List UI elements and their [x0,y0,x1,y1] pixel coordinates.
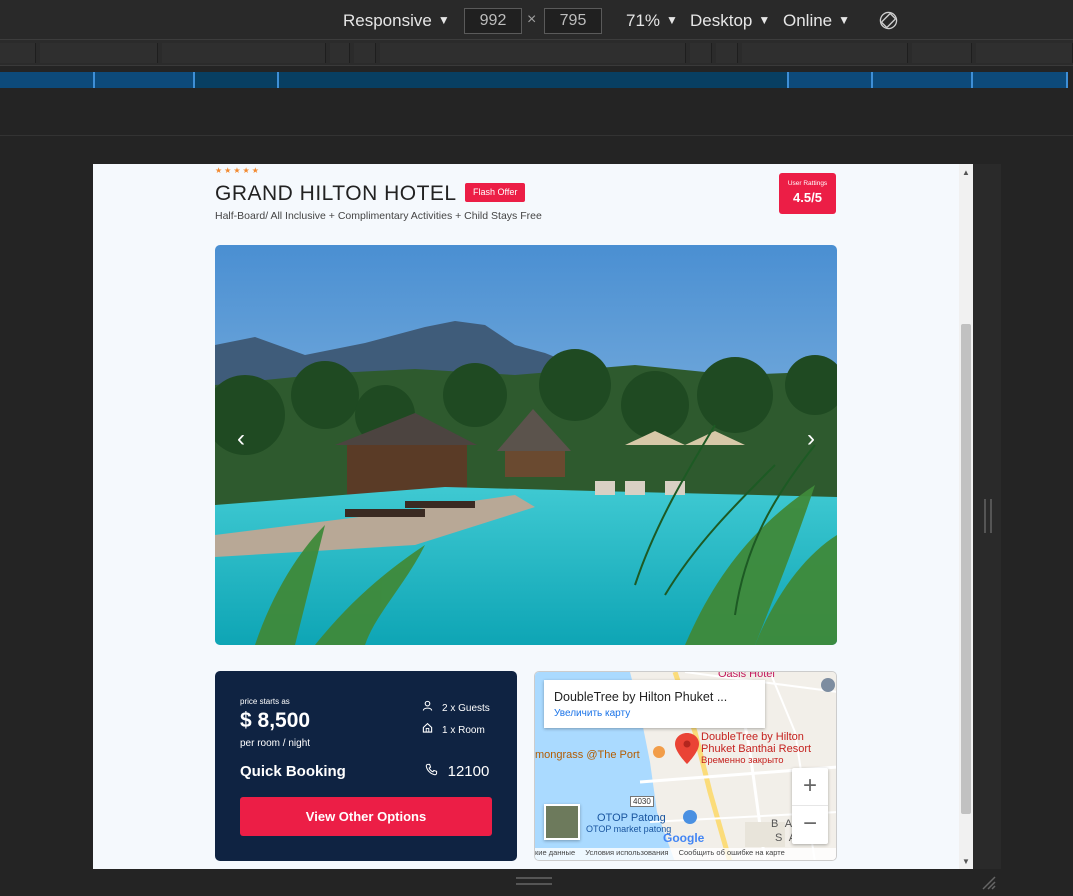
guests-info: 2 x Guests [422,700,490,714]
breakpoint-segment[interactable] [279,72,789,88]
resize-handle-bottom[interactable] [516,877,552,885]
map-place-otop: OTOP Patong [597,812,666,824]
media-query-segment[interactable] [330,43,350,63]
phone-number-label: 12100 [447,763,490,780]
width-input[interactable]: 992 [464,8,522,34]
resort-pool-photo [215,245,837,645]
hotel-stars: ★★★★★ [215,166,261,175]
page-scrollbar[interactable]: ▲ ▼ [959,164,973,869]
hotel-photo-carousel[interactable]: ‹ › [215,245,837,645]
caret-down-icon: ▼ [758,13,771,27]
flash-offer-badge: Flash Offer [465,183,526,202]
media-query-segment[interactable] [380,43,686,63]
height-input[interactable]: 795 [544,8,602,34]
marker-title-line2: Phuket Banthai Resort [701,743,812,755]
zoom-in-button[interactable]: + [792,768,828,806]
hotel-name: GRAND HILTON HOTEL [215,182,457,205]
media-query-segment[interactable] [742,43,908,63]
report-error-link[interactable]: Сообщить об ошибке на карте [679,848,785,857]
zoom-select[interactable]: 71% ▼ [626,11,678,31]
user-rating-badge: User Rattings 4.5/5 [779,173,836,214]
marker-status: Временно закрыто [701,755,784,766]
satellite-toggle[interactable] [544,804,580,840]
resize-corner-icon[interactable] [980,874,996,890]
device-viewport: ★★★★★ GRAND HILTON HOTEL Flash Offer Hal… [93,164,973,869]
map-area-label: B A [771,818,795,830]
rotate-icon[interactable] [879,11,898,30]
rating-value: 4.5/5 [793,190,822,205]
home-icon [422,722,434,736]
map-place-card: DoubleTree by Hilton Phuket ... Увеличит… [544,680,765,728]
caret-down-icon: ▼ [666,13,678,27]
media-query-segment[interactable] [716,43,738,63]
breakpoint-segment[interactable] [873,72,973,88]
breakpoint-segment[interactable] [973,72,1068,88]
carousel-next-arrow[interactable]: › [807,425,815,453]
rating-label: User Rattings [787,180,828,187]
google-logo: Google [663,831,705,845]
map-data-link[interactable]: кие данные [535,848,575,857]
view-other-options-button[interactable]: View Other Options [240,797,492,836]
price-value: $ 8,500 [240,709,311,732]
dimension-separator: × [527,11,537,28]
network-throttle-label: Online [783,11,833,30]
breakpoint-bar [0,70,1073,90]
guests-label: 2 x Guests [442,703,490,714]
zoom-out-button[interactable]: − [792,806,828,844]
terms-link[interactable]: Условия использования [585,848,668,857]
media-query-segment[interactable] [976,43,1073,63]
devtools-device-toolbar: Responsive ▼ 992 × 795 71% ▼ Desktop ▼ Onli… [0,0,1073,40]
device-select-label: Responsive [343,11,432,30]
google-map[interactable]: Oasis Hotel mongrass @The Port DoubleTre… [534,671,837,861]
media-query-bar [0,40,1073,66]
map-marker-label: DoubleTree by Hilton Phuket Banthai Reso… [701,731,811,767]
rooms-label: 1 x Room [442,725,485,736]
media-query-segment[interactable] [912,43,972,63]
map-place-title: DoubleTree by Hilton Phuket ... [554,690,728,704]
carousel-prev-arrow[interactable]: ‹ [237,425,245,453]
zoom-select-label: 71% [626,11,661,30]
caret-down-icon: ▼ [437,13,450,27]
breakpoint-segment[interactable] [0,72,95,88]
media-query-segment[interactable] [0,43,36,63]
enlarge-map-link[interactable]: Увеличить карту [554,708,630,719]
caret-down-icon: ▼ [838,13,851,27]
quick-booking-label: Quick Booking [240,763,346,780]
map-place-otop-market: OTOP market patong [586,824,672,834]
device-type-label: Desktop [690,11,753,30]
phone-icon [425,763,442,779]
price-unit: per room / night [240,738,311,749]
rooms-info: 1 x Room [422,722,485,736]
media-query-segment[interactable] [40,43,158,63]
map-zoom-control: + − [792,768,828,844]
marker-title-line1: DoubleTree by Hilton [701,731,804,743]
breakpoint-segment[interactable] [95,72,195,88]
scroll-thumb[interactable] [961,324,971,814]
breakpoint-segment[interactable] [195,72,279,88]
phone-number[interactable]: 12100 [425,763,489,780]
scroll-down-icon[interactable]: ▼ [962,857,970,866]
media-query-segment[interactable] [690,43,712,63]
person-icon [422,700,434,714]
price-label: price starts as [240,697,290,706]
device-select[interactable]: Responsive ▼ [343,11,450,31]
breakpoint-segment[interactable] [789,72,873,88]
booking-card: price starts as $ 8,500 per room / night… [215,671,517,861]
divider [0,135,1073,136]
media-query-segment[interactable] [354,43,376,63]
resize-handle-right[interactable] [984,499,992,533]
map-attribution: кие данные Условия использования Сообщит… [535,848,836,860]
map-place-lemongrass: mongrass @The Port [535,749,640,761]
scroll-up-icon[interactable]: ▲ [962,168,970,177]
map-place-oasis: Oasis Hotel [718,671,775,680]
device-type-select[interactable]: Desktop ▼ [690,11,770,31]
hotel-subtitle: Half-Board/ All Inclusive + Complimentar… [215,210,542,222]
network-throttle-select[interactable]: Online ▼ [783,11,850,31]
media-query-segment[interactable] [162,43,326,63]
road-number: 4030 [630,796,654,807]
